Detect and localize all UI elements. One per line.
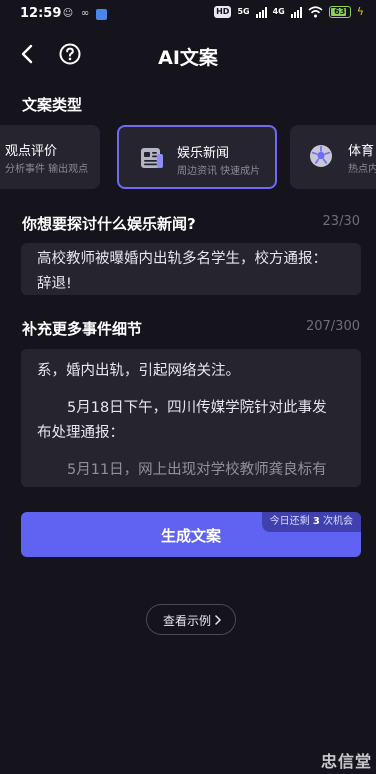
type-card-entertainment[interactable]: 娱乐新闻 周边资讯 快速成片 [117,125,277,189]
charging-icon: ϟ [356,5,364,18]
badge-suffix: 次机会 [323,516,353,527]
wifi-icon [308,6,323,18]
newspaper-icon [141,148,163,168]
type-card-name: 娱乐新闻 [177,146,230,161]
watermark-logo: 忠信堂 [320,752,372,771]
ai-copy-page: 12:59 ☺ ∞ HD 5G 4G 63 ϟ AI文案 文案类型 观点评价 分… [0,0,376,774]
details-label: 补充更多事件细节 [22,320,143,338]
network-5g-label: 5G [237,7,250,16]
topic-label: 你想要探讨什么娱乐新闻? [22,215,196,233]
topic-input-line: 高校教师被曝婚内出轨多名学生，校方通报： [37,251,327,267]
details-text-line: 5月11日，网上出现对学校教师龚良标有 [67,462,327,478]
details-text-line: 系，婚内出轨，引起网络关注。 [37,363,240,379]
topic-char-counter: 23/30 [322,214,360,229]
type-card-name: 观点评价 [5,144,58,159]
soccer-ball-icon [310,145,332,167]
hd-voice-icon: HD [214,6,232,18]
details-text-line: 5月18日下午，四川传媒学院针对此事发 [67,400,327,416]
badge-count: 3 [312,516,320,527]
type-card-desc: 周边资讯 快速成片 [177,166,261,177]
view-example-label: 查看示例 [163,614,212,628]
topic-input[interactable]: 高校教师被曝婚内出轨多名学生，校方通报： 辞退! [21,243,361,295]
details-char-counter: 207/300 [305,319,360,334]
type-card-desc: 热点内 [348,164,376,175]
status-system-icons: HD 5G 4G 63 ϟ [214,6,364,18]
signal-strength-2-icon [290,6,302,18]
generate-copy-button[interactable]: 生成文案 今日还剩 3 次机会 [21,512,361,557]
topic-input-line: 辞退! [37,276,72,292]
page-title: AI文案 [158,47,218,69]
status-bar: 12:59 ☺ ∞ HD 5G 4G 63 ϟ [0,0,376,28]
article-type-label: 文案类型 [22,96,83,114]
view-example-button[interactable]: 查看示例 [146,604,236,635]
type-card-opinion[interactable]: 观点评价 分析事件 输出观点 [0,125,100,189]
details-text-line: 布处理通报： [37,425,124,441]
remaining-chances-badge: 今日还剩 3 次机会 [261,512,361,532]
notification-app-icon: ☺ [62,8,74,19]
network-4g-label: 4G [272,7,285,16]
top-nav-bar: AI文案 [0,36,376,72]
article-type-carousel[interactable]: 观点评价 分析事件 输出观点 娱乐新闻 周边资讯 快速成片 体育 热点内 [0,125,376,189]
chevron-right-icon [215,615,222,625]
details-textarea[interactable]: 系，婚内出轨，引起网络关注。 5月18日下午，四川传媒学院针对此事发 布处理通报… [21,349,361,487]
signal-strength-icon [255,6,267,18]
battery-level: 63 [334,7,346,16]
type-card-sports[interactable]: 体育 热点内 [290,125,376,189]
notification-blue-app-icon [96,8,107,20]
type-card-name: 体育 [348,144,375,159]
type-card-desc: 分析事件 输出观点 [5,164,89,175]
badge-prefix: 今日还剩 [269,516,310,527]
battery-icon: 63 [328,6,351,18]
status-notification-icons: ☺ ∞ [62,8,107,20]
notification-link-icon: ∞ [80,8,90,19]
status-time: 12:59 [20,6,62,21]
